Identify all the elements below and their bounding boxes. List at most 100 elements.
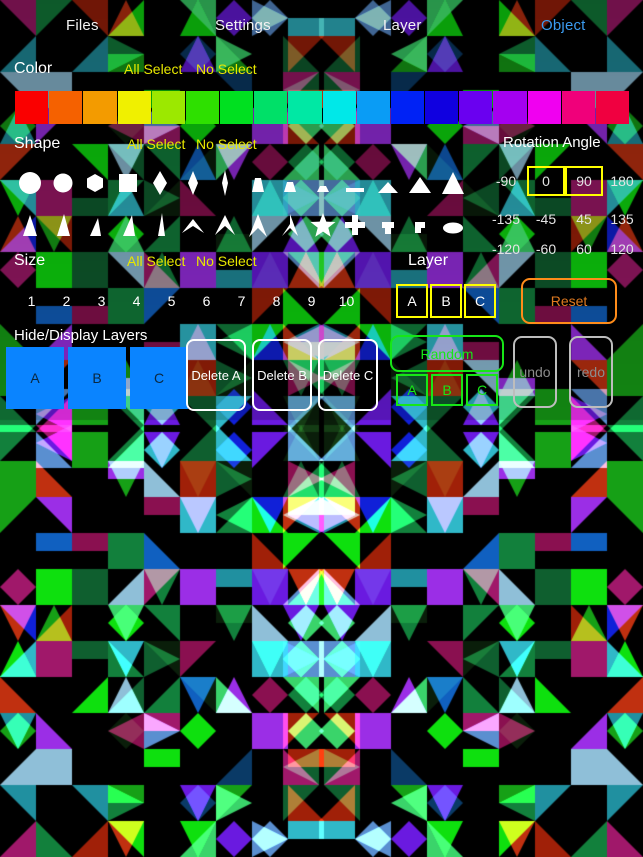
rotation-angle-neg135[interactable]: -135 xyxy=(487,204,525,234)
shape-button-arrow-trident[interactable] xyxy=(274,206,307,244)
shape-button-trapezoid-tall[interactable] xyxy=(242,164,275,202)
color-all-select-button[interactable]: All Select xyxy=(124,61,182,77)
hide-display-layer-a[interactable]: A xyxy=(6,347,64,409)
menu-item-layer[interactable]: Layer xyxy=(383,17,422,34)
size-no-select-button[interactable]: No Select xyxy=(196,253,257,269)
random-layer-c[interactable]: C xyxy=(466,374,498,406)
menu-item-settings[interactable]: Settings xyxy=(215,17,271,34)
size-option-3[interactable]: 3 xyxy=(84,288,119,314)
menu-item-files[interactable]: Files xyxy=(66,17,99,34)
shape-button-spike[interactable] xyxy=(144,206,177,244)
color-swatch-10[interactable] xyxy=(356,91,390,124)
menu-item-object[interactable]: Object xyxy=(541,17,586,34)
color-swatch-6[interactable] xyxy=(220,91,254,124)
size-all-select-button[interactable]: All Select xyxy=(127,253,185,269)
color-swatch-0[interactable] xyxy=(15,91,49,124)
hide-display-layer-b[interactable]: B xyxy=(68,347,126,409)
color-swatch-13[interactable] xyxy=(459,91,493,124)
size-option-1[interactable]: 1 xyxy=(14,288,49,314)
shape-button-diamond-wide[interactable] xyxy=(144,164,177,202)
rotation-angle-60[interactable]: 60 xyxy=(565,234,603,264)
shape-button-trapezoid-short[interactable] xyxy=(307,164,340,202)
color-swatch-1[interactable] xyxy=(49,91,83,124)
shape-button-circle-large[interactable] xyxy=(14,164,47,202)
shape-button-triangle-short[interactable] xyxy=(372,164,405,202)
rotation-angle-neg120[interactable]: -120 xyxy=(487,234,525,264)
random-button[interactable]: Random xyxy=(390,335,504,372)
color-swatch-14[interactable] xyxy=(493,91,527,124)
shape-button-chevron-medium[interactable] xyxy=(209,206,242,244)
color-swatch-17[interactable] xyxy=(595,91,630,124)
shape-no-select-button[interactable]: No Select xyxy=(196,136,257,152)
delete-b-button[interactable]: Delete B xyxy=(252,339,312,411)
reset-button[interactable]: Reset xyxy=(521,278,617,324)
shape-all-select-button[interactable]: All Select xyxy=(127,136,185,152)
rotation-angle-90[interactable]: 90 xyxy=(565,166,603,196)
shape-button-triangle-narrow-1[interactable] xyxy=(14,206,47,244)
rotation-angle-135[interactable]: 135 xyxy=(603,204,641,234)
rotation-angle-0[interactable]: 0 xyxy=(527,166,565,196)
diamond-wide-icon xyxy=(153,171,168,195)
size-option-2[interactable]: 2 xyxy=(49,288,84,314)
size-option-4[interactable]: 4 xyxy=(119,288,154,314)
color-swatch-12[interactable] xyxy=(425,91,459,124)
color-swatch-4[interactable] xyxy=(151,91,185,124)
shape-button-triangle-medium[interactable] xyxy=(404,164,437,202)
undo-button[interactable]: undo xyxy=(513,336,557,408)
rotation-angle-180[interactable]: 180 xyxy=(603,166,641,196)
shape-button-circle-medium[interactable] xyxy=(47,164,80,202)
random-layer-a[interactable]: A xyxy=(396,374,428,406)
diamond-narrow-icon xyxy=(222,170,229,196)
shape-button-bar-flat[interactable] xyxy=(339,164,372,202)
color-swatch-3[interactable] xyxy=(117,91,151,124)
color-swatch-2[interactable] xyxy=(83,91,117,124)
shape-button-t-shape-down[interactable] xyxy=(372,206,405,244)
rotation-angle-120[interactable]: 120 xyxy=(603,234,641,264)
color-swatch-9[interactable] xyxy=(322,91,356,124)
shape-button-trapezoid-medium[interactable] xyxy=(274,164,307,202)
shape-button-triangle-right-2[interactable] xyxy=(112,206,145,244)
shape-button-triangle-narrow-2[interactable] xyxy=(47,206,80,244)
color-swatch-11[interactable] xyxy=(390,91,425,124)
shape-button-star-5[interactable] xyxy=(307,206,340,244)
delete-c-button[interactable]: Delete C xyxy=(318,339,378,411)
hide-display-layer-c[interactable]: C xyxy=(130,347,188,409)
redo-button-label: redo xyxy=(576,364,606,380)
random-layer-b[interactable]: B xyxy=(431,374,463,406)
shape-button-arrow-up-1[interactable] xyxy=(242,206,275,244)
shape-button-ellipse[interactable] xyxy=(437,206,470,244)
color-swatch-16[interactable] xyxy=(561,91,595,124)
shape-button-diamond-narrow[interactable] xyxy=(209,164,242,202)
shape-button-triangle-right-1[interactable] xyxy=(79,206,112,244)
rotation-angle-neg60[interactable]: -60 xyxy=(527,234,565,264)
size-option-5[interactable]: 5 xyxy=(154,288,189,314)
rotation-angle-neg45[interactable]: -45 xyxy=(527,204,565,234)
shape-button-chevron-wide[interactable] xyxy=(177,206,210,244)
shape-button-l-shape[interactable] xyxy=(404,206,437,244)
size-option-6[interactable]: 6 xyxy=(189,288,224,314)
triangle-medium-icon xyxy=(409,177,432,193)
shape-button-triangle-tall[interactable] xyxy=(437,164,470,202)
delete-a-button[interactable]: Delete A xyxy=(186,339,246,411)
shape-button-diamond-medium[interactable] xyxy=(177,164,210,202)
rotation-angle-neg90[interactable]: -90 xyxy=(487,166,525,196)
redo-button[interactable]: redo xyxy=(569,336,613,408)
size-option-7[interactable]: 7 xyxy=(224,288,259,314)
color-swatch-15[interactable] xyxy=(527,91,561,124)
shape-button-plus-cross[interactable] xyxy=(339,206,372,244)
size-option-9[interactable]: 9 xyxy=(294,288,329,314)
color-swatch-5[interactable] xyxy=(185,91,220,124)
shape-button-hexagon[interactable] xyxy=(79,164,112,202)
layer-select-c[interactable]: C xyxy=(464,284,496,318)
layer-select-b[interactable]: B xyxy=(430,284,462,318)
rotation-angle-45[interactable]: 45 xyxy=(565,204,603,234)
color-swatch-8[interactable] xyxy=(288,91,322,124)
color-no-select-button[interactable]: No Select xyxy=(196,61,257,77)
color-section-label: Color xyxy=(14,60,53,77)
color-swatch-7[interactable] xyxy=(254,91,288,124)
size-option-8[interactable]: 8 xyxy=(259,288,294,314)
trapezoid-medium-icon xyxy=(284,182,297,192)
shape-button-square[interactable] xyxy=(112,164,145,202)
size-option-10[interactable]: 10 xyxy=(329,288,364,314)
layer-select-a[interactable]: A xyxy=(396,284,428,318)
